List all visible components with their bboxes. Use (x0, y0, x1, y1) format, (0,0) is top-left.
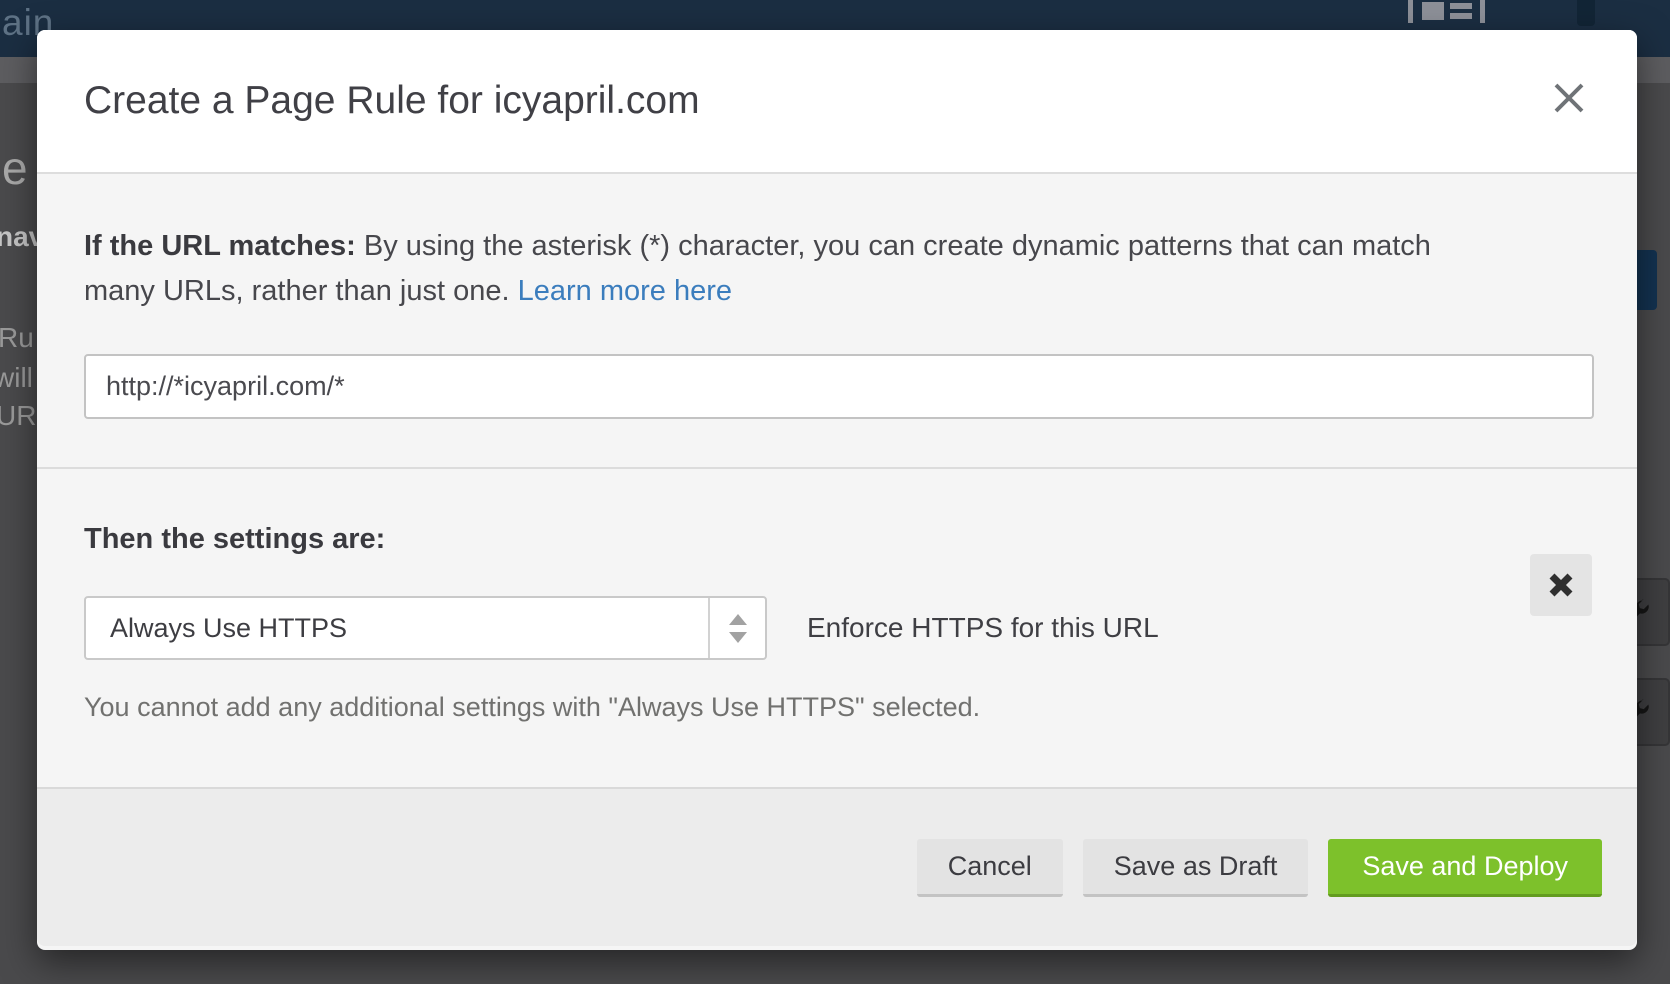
settings-section: Then the settings are: Always Use HTTPS … (37, 469, 1637, 789)
layout-icon (1408, 0, 1488, 23)
background-text-fragment: UR (0, 400, 36, 432)
icon-part (1422, 2, 1444, 20)
background-text-fragment: Ru (0, 322, 34, 354)
url-pattern-input[interactable] (84, 354, 1594, 419)
settings-note: You cannot add any additional settings w… (84, 692, 1590, 723)
learn-more-link[interactable]: Learn more here (518, 275, 732, 307)
background-text-fragment: will (0, 362, 33, 394)
url-match-label: If the URL matches: (84, 230, 356, 262)
close-button[interactable] (1551, 80, 1587, 116)
modal-title: Create a Page Rule for icyapril.com (84, 79, 700, 123)
background-button-fragment (1637, 250, 1657, 310)
cancel-button[interactable]: Cancel (917, 839, 1063, 897)
chevron-down-icon (729, 632, 747, 643)
remove-setting-button[interactable] (1530, 554, 1592, 616)
setting-select[interactable]: Always Use HTTPS (84, 596, 767, 660)
save-and-deploy-button[interactable]: Save and Deploy (1328, 839, 1602, 897)
remove-icon (1547, 571, 1575, 599)
url-match-section: If the URL matches: By using the asteris… (37, 174, 1637, 469)
icon-part (1408, 0, 1413, 23)
select-stepper[interactable] (708, 598, 765, 658)
background-button-fragment (1577, 0, 1595, 26)
settings-heading: Then the settings are: (84, 523, 1590, 556)
setting-row: Always Use HTTPS Enforce HTTPS for this … (84, 596, 1590, 660)
close-icon (1552, 81, 1586, 115)
background-text-fragment: e (2, 141, 28, 195)
create-page-rule-modal: Create a Page Rule for icyapril.com If t… (37, 30, 1637, 950)
icon-part (1480, 0, 1485, 23)
save-as-draft-button[interactable]: Save as Draft (1083, 839, 1309, 897)
url-match-description: If the URL matches: By using the asteris… (84, 224, 1574, 314)
url-match-text-line2: many URLs, rather than just one. (84, 275, 518, 307)
url-match-text-line1: By using the asterisk (*) character, you… (356, 230, 1431, 262)
setting-select-value: Always Use HTTPS (110, 613, 347, 644)
chevron-up-icon (729, 614, 747, 625)
setting-description: Enforce HTTPS for this URL (807, 612, 1159, 644)
icon-part (1450, 13, 1472, 19)
icon-part (1450, 3, 1472, 9)
modal-header: Create a Page Rule for icyapril.com (37, 30, 1637, 174)
modal-footer: Cancel Save as Draft Save and Deploy (37, 789, 1637, 946)
